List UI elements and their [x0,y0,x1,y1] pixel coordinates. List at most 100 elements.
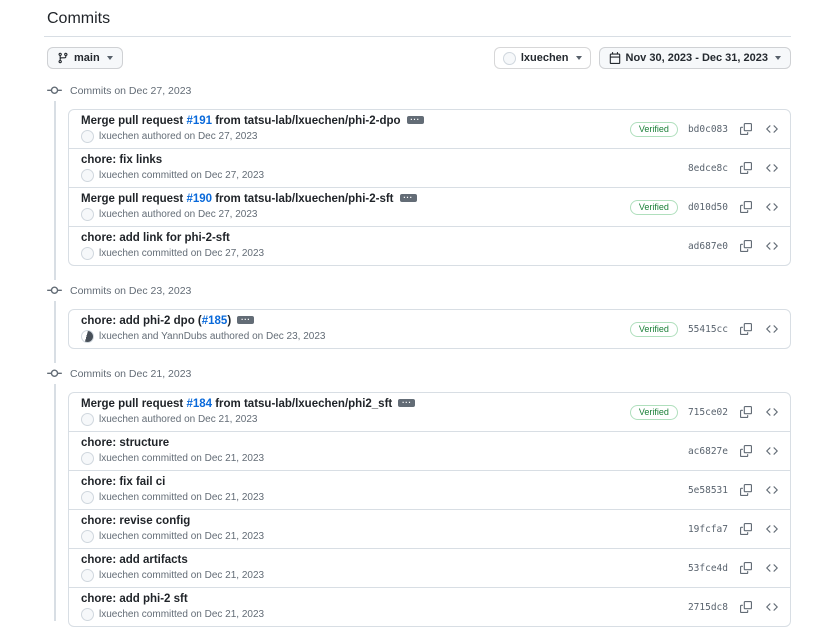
page-title: Commits [47,10,791,28]
date-range-button[interactable]: Nov 30, 2023 - Dec 31, 2023 [599,47,791,69]
commit-title-link[interactable]: chore: add artifacts [81,554,188,566]
commit-hash-link[interactable]: bd0c083 [688,124,728,135]
commit-hash-link[interactable]: 5e58531 [688,485,728,496]
commit-hash-link[interactable]: ad687e0 [688,241,728,252]
browse-code-button[interactable] [764,121,780,137]
pr-number-link[interactable]: #191 [186,115,212,127]
expand-commit-description-button[interactable]: ··· [398,399,415,407]
group-header: Commits on Dec 27, 2023 [47,79,791,109]
commit-hash-link[interactable]: d010d50 [688,202,728,213]
header-divider [44,36,791,37]
commit-title-link[interactable]: chore: add phi-2 dpo (#185) [81,315,231,327]
commit-meta-text: lxuechen committed on Dec 21, 2023 [99,531,264,543]
code-icon [766,123,778,135]
commits-page: Commits main lxuechen Nov 30, 2023 - Dec… [0,0,828,627]
group-header: Commits on Dec 23, 2023 [47,279,791,309]
verified-badge[interactable]: Verified [630,122,678,137]
calendar-icon [609,52,621,64]
commit-hash-link[interactable]: ac6827e [688,446,728,457]
expand-commit-description-button[interactable]: ··· [407,116,424,124]
code-icon [766,406,778,418]
verified-badge[interactable]: Verified [630,322,678,337]
commit-hash-link[interactable]: 55415cc [688,324,728,335]
browse-code-button[interactable] [764,199,780,215]
git-branch-icon [57,52,69,64]
commit-title-link[interactable]: chore: fix fail ci [81,476,165,488]
author-avatar [81,130,94,143]
commit-row: chore: add artifacts lxuechen committed … [69,548,790,587]
copy-icon [740,406,752,418]
browse-code-button[interactable] [764,160,780,176]
copy-icon [740,445,752,457]
commit-meta-text: lxuechen committed on Dec 21, 2023 [99,609,264,621]
author-avatar [81,530,94,543]
commit-title-link[interactable]: chore: add link for phi-2-sft [81,232,230,244]
commit-title-link[interactable]: Merge pull request #184 from tatsu-lab/l… [81,398,392,410]
commit-hash-link[interactable]: 53fce4d [688,563,728,574]
commit-list-box: Merge pull request #191 from tatsu-lab/l… [68,109,791,266]
expand-commit-description-button[interactable]: ··· [400,194,417,202]
commit-title-link[interactable]: chore: fix links [81,154,162,166]
copy-sha-button[interactable] [738,160,754,176]
verified-badge[interactable]: Verified [630,200,678,215]
copy-icon [740,323,752,335]
commit-hash-link[interactable]: 2715dc8 [688,602,728,613]
browse-code-button[interactable] [764,321,780,337]
commit-title-link[interactable]: chore: add phi-2 sft [81,593,188,605]
code-icon [766,601,778,613]
commit-meta: lxuechen committed on Dec 27, 2023 [81,247,688,260]
copy-sha-button[interactable] [738,121,754,137]
author-avatar [81,208,94,221]
commit-meta-text: lxuechen committed on Dec 27, 2023 [99,170,264,182]
copy-sha-button[interactable] [738,560,754,576]
browse-code-button[interactable] [764,238,780,254]
author-avatar [81,569,94,582]
code-icon [766,484,778,496]
commit-title-link[interactable]: chore: revise config [81,515,190,527]
browse-code-button[interactable] [764,560,780,576]
commit-meta-text: lxuechen committed on Dec 21, 2023 [99,492,264,504]
commits-timeline: Commits on Dec 27, 2023 Merge pull reque… [47,79,791,627]
commit-row: chore: revise config lxuechen committed … [69,509,790,548]
commit-row: Merge pull request #191 from tatsu-lab/l… [69,110,790,148]
commit-row: chore: add phi-2 sft lxuechen committed … [69,587,790,626]
commit-title-link[interactable]: Merge pull request #191 from tatsu-lab/l… [81,115,401,127]
copy-sha-button[interactable] [738,599,754,615]
group-header: Commits on Dec 21, 2023 [47,362,791,392]
branch-selector-button[interactable]: main [47,47,123,69]
copy-sha-button[interactable] [738,443,754,459]
commit-hash-link[interactable]: 715ce02 [688,407,728,418]
copy-sha-button[interactable] [738,404,754,420]
browse-code-button[interactable] [764,443,780,459]
commit-title-link[interactable]: chore: structure [81,437,169,449]
commit-hash-link[interactable]: 8edce8c [688,163,728,174]
commit-title-link[interactable]: Merge pull request #190 from tatsu-lab/l… [81,193,394,205]
caret-down-icon [775,56,781,60]
browse-code-button[interactable] [764,521,780,537]
copy-sha-button[interactable] [738,321,754,337]
caret-down-icon [107,56,113,60]
author-filter-button[interactable]: lxuechen [494,47,591,69]
commit-meta: lxuechen committed on Dec 21, 2023 [81,608,688,621]
author-filter-avatar [503,52,516,65]
pr-number-link[interactable]: #185 [202,315,228,327]
browse-code-button[interactable] [764,404,780,420]
copy-sha-button[interactable] [738,482,754,498]
commit-meta: lxuechen committed on Dec 21, 2023 [81,530,688,543]
copy-sha-button[interactable] [738,238,754,254]
copy-icon [740,201,752,213]
pr-number-link[interactable]: #190 [186,193,212,205]
caret-down-icon [576,56,582,60]
commit-hash-link[interactable]: 19fcfa7 [688,524,728,535]
copy-sha-button[interactable] [738,521,754,537]
browse-code-button[interactable] [764,482,780,498]
copy-sha-button[interactable] [738,199,754,215]
commit-list-box: chore: add phi-2 dpo (#185)··· lxuechen … [68,309,791,349]
commit-meta-text: lxuechen authored on Dec 27, 2023 [99,209,257,221]
pr-number-link[interactable]: #184 [186,398,212,410]
expand-commit-description-button[interactable]: ··· [237,316,254,324]
branch-label: main [74,51,100,65]
author-avatar [81,608,94,621]
verified-badge[interactable]: Verified [630,405,678,420]
browse-code-button[interactable] [764,599,780,615]
